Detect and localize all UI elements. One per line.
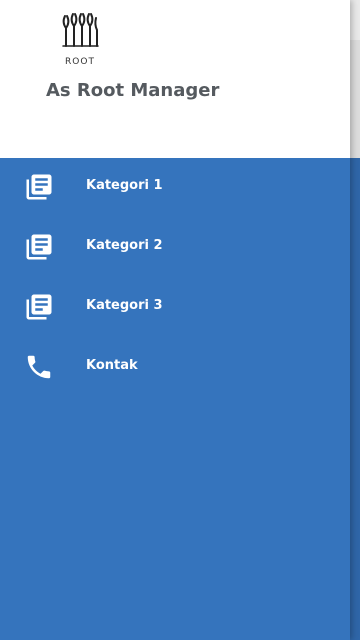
menu-item-label: Kategori 3 — [86, 298, 163, 313]
drawer-menu: Kategori 1 Kategori 2 Kategori 3 Kontak — [0, 158, 350, 398]
background-app-content[interactable] — [350, 0, 360, 640]
app-logo: ROOT — [60, 12, 100, 67]
library-books-icon — [24, 232, 54, 262]
navigation-drawer: ROOT As Root Manager Kategori 1 Kategori… — [0, 0, 350, 640]
menu-item-kategori-3[interactable]: Kategori 3 — [0, 278, 350, 338]
background-app-strip — [350, 40, 360, 158]
tree-roots-logo-icon — [62, 13, 99, 47]
logo-text: ROOT — [65, 57, 95, 67]
menu-item-label: Kategori 1 — [86, 178, 163, 193]
menu-item-kategori-2[interactable]: Kategori 2 — [0, 218, 350, 278]
drawer-header: ROOT As Root Manager — [0, 0, 350, 158]
phone-icon — [24, 352, 54, 382]
menu-item-label: Kategori 2 — [86, 238, 163, 253]
menu-item-label: Kontak — [86, 358, 138, 373]
library-books-icon — [24, 172, 54, 202]
background-app-bar — [350, 0, 360, 40]
menu-item-kategori-1[interactable]: Kategori 1 — [0, 158, 350, 218]
app-name: As Root Manager — [46, 80, 220, 101]
library-books-icon — [24, 292, 54, 322]
menu-item-kontak[interactable]: Kontak — [0, 338, 350, 398]
